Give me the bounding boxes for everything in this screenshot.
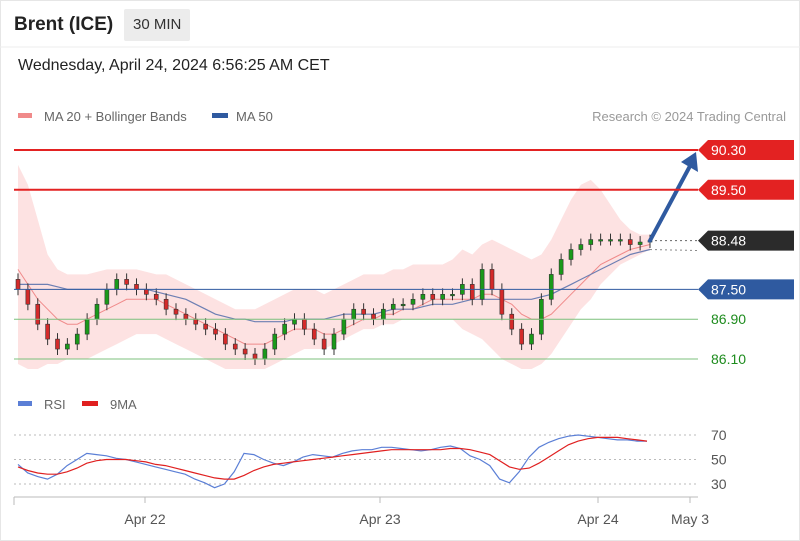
- x-tick-label: May 3: [671, 511, 709, 527]
- level-current: 88.48: [698, 230, 794, 251]
- x-tick-label: Apr 24: [577, 511, 618, 527]
- x-tick-label: Apr 22: [124, 511, 165, 527]
- rsi-plot-area: 70 50 30: [14, 427, 727, 492]
- ma50-legend-label: MA 50: [236, 109, 273, 124]
- ma50-legend-swatch: [212, 113, 228, 118]
- level-label: 89.50: [711, 182, 746, 198]
- rsi-tick-label: 50: [711, 452, 727, 468]
- level-label: 90.30: [711, 142, 746, 158]
- ma9-legend-swatch: [82, 401, 98, 406]
- ma9-legend-label: 9MA: [110, 397, 137, 412]
- rsi-tick-label: 70: [711, 427, 727, 443]
- level-support: 86.10: [14, 351, 746, 367]
- ma20-legend-label: MA 20 + Bollinger Bands: [44, 109, 187, 124]
- ma9-line: [17, 436, 648, 480]
- x-tick-label: Apr 23: [359, 511, 400, 527]
- candle: [539, 293, 544, 341]
- level-resistance: 89.50: [14, 179, 794, 200]
- credit-text: Research © 2024 Trading Central: [592, 109, 786, 124]
- x-axis: Apr 22 Apr 23 Apr 24 May 3: [124, 497, 709, 527]
- rsi-line: [17, 434, 647, 489]
- ma20-legend-swatch: [18, 113, 32, 118]
- ma50-extension: [649, 249, 699, 252]
- rsi-legend-label: RSI: [44, 397, 66, 412]
- main-plot-area: [15, 152, 699, 369]
- level-label: 87.50: [711, 281, 746, 297]
- level-label: 86.90: [711, 311, 746, 327]
- rsi-tick-label: 30: [711, 476, 727, 492]
- forecast-arrow: [648, 164, 692, 243]
- price-chart: MA 20 + Bollinger Bands MA 50 Research ©…: [0, 46, 800, 527]
- level-label: 86.10: [711, 351, 746, 367]
- level-resistance: 90.30: [14, 140, 794, 160]
- level-label: 88.48: [711, 233, 746, 249]
- candle: [479, 263, 485, 306]
- rsi-legend-swatch: [18, 401, 32, 406]
